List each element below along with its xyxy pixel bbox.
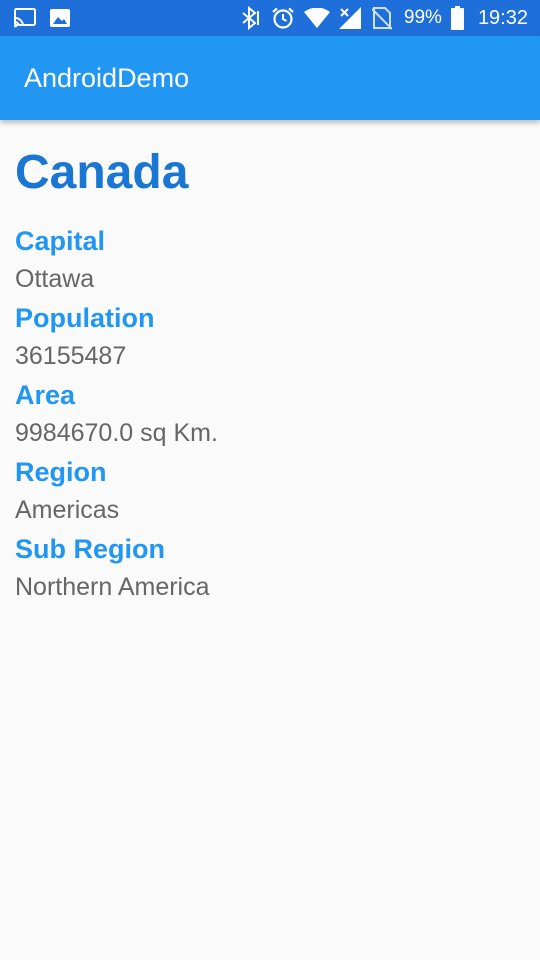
population-label: Population xyxy=(15,303,155,333)
population-value: 36155487 xyxy=(15,342,127,370)
area-value: 9984670.0 sq Km. xyxy=(15,419,218,447)
signal-icon xyxy=(338,7,363,29)
battery-percent: 99% xyxy=(403,7,442,28)
image-icon xyxy=(50,9,70,27)
battery-icon xyxy=(450,6,464,30)
sub-region-label: Sub Region xyxy=(15,534,165,564)
app-title: AndroidDemo xyxy=(24,63,190,93)
alarm-icon xyxy=(271,6,295,30)
region-label: Region xyxy=(15,457,107,487)
country-details: Canada Capital Ottawa Population 3615548… xyxy=(15,140,525,607)
capital-label: Capital xyxy=(15,226,106,256)
country-name: Canada xyxy=(15,146,189,199)
status-bar: 99% 19:32 xyxy=(0,0,540,36)
status-right-icons: 99% 19:32 xyxy=(231,5,528,31)
status-left-icons xyxy=(14,6,84,30)
capital-value: Ottawa xyxy=(15,265,95,293)
clock: 19:32 xyxy=(477,6,528,29)
wifi-icon xyxy=(303,8,330,28)
sub-region-value: Northern America xyxy=(15,573,210,601)
bluetooth-icon xyxy=(240,6,262,30)
area-label: Area xyxy=(15,380,76,410)
app-bar: AndroidDemo xyxy=(0,36,540,120)
cast-icon xyxy=(14,8,36,28)
no-sim-icon xyxy=(371,6,392,30)
region-value: Americas xyxy=(15,496,120,524)
